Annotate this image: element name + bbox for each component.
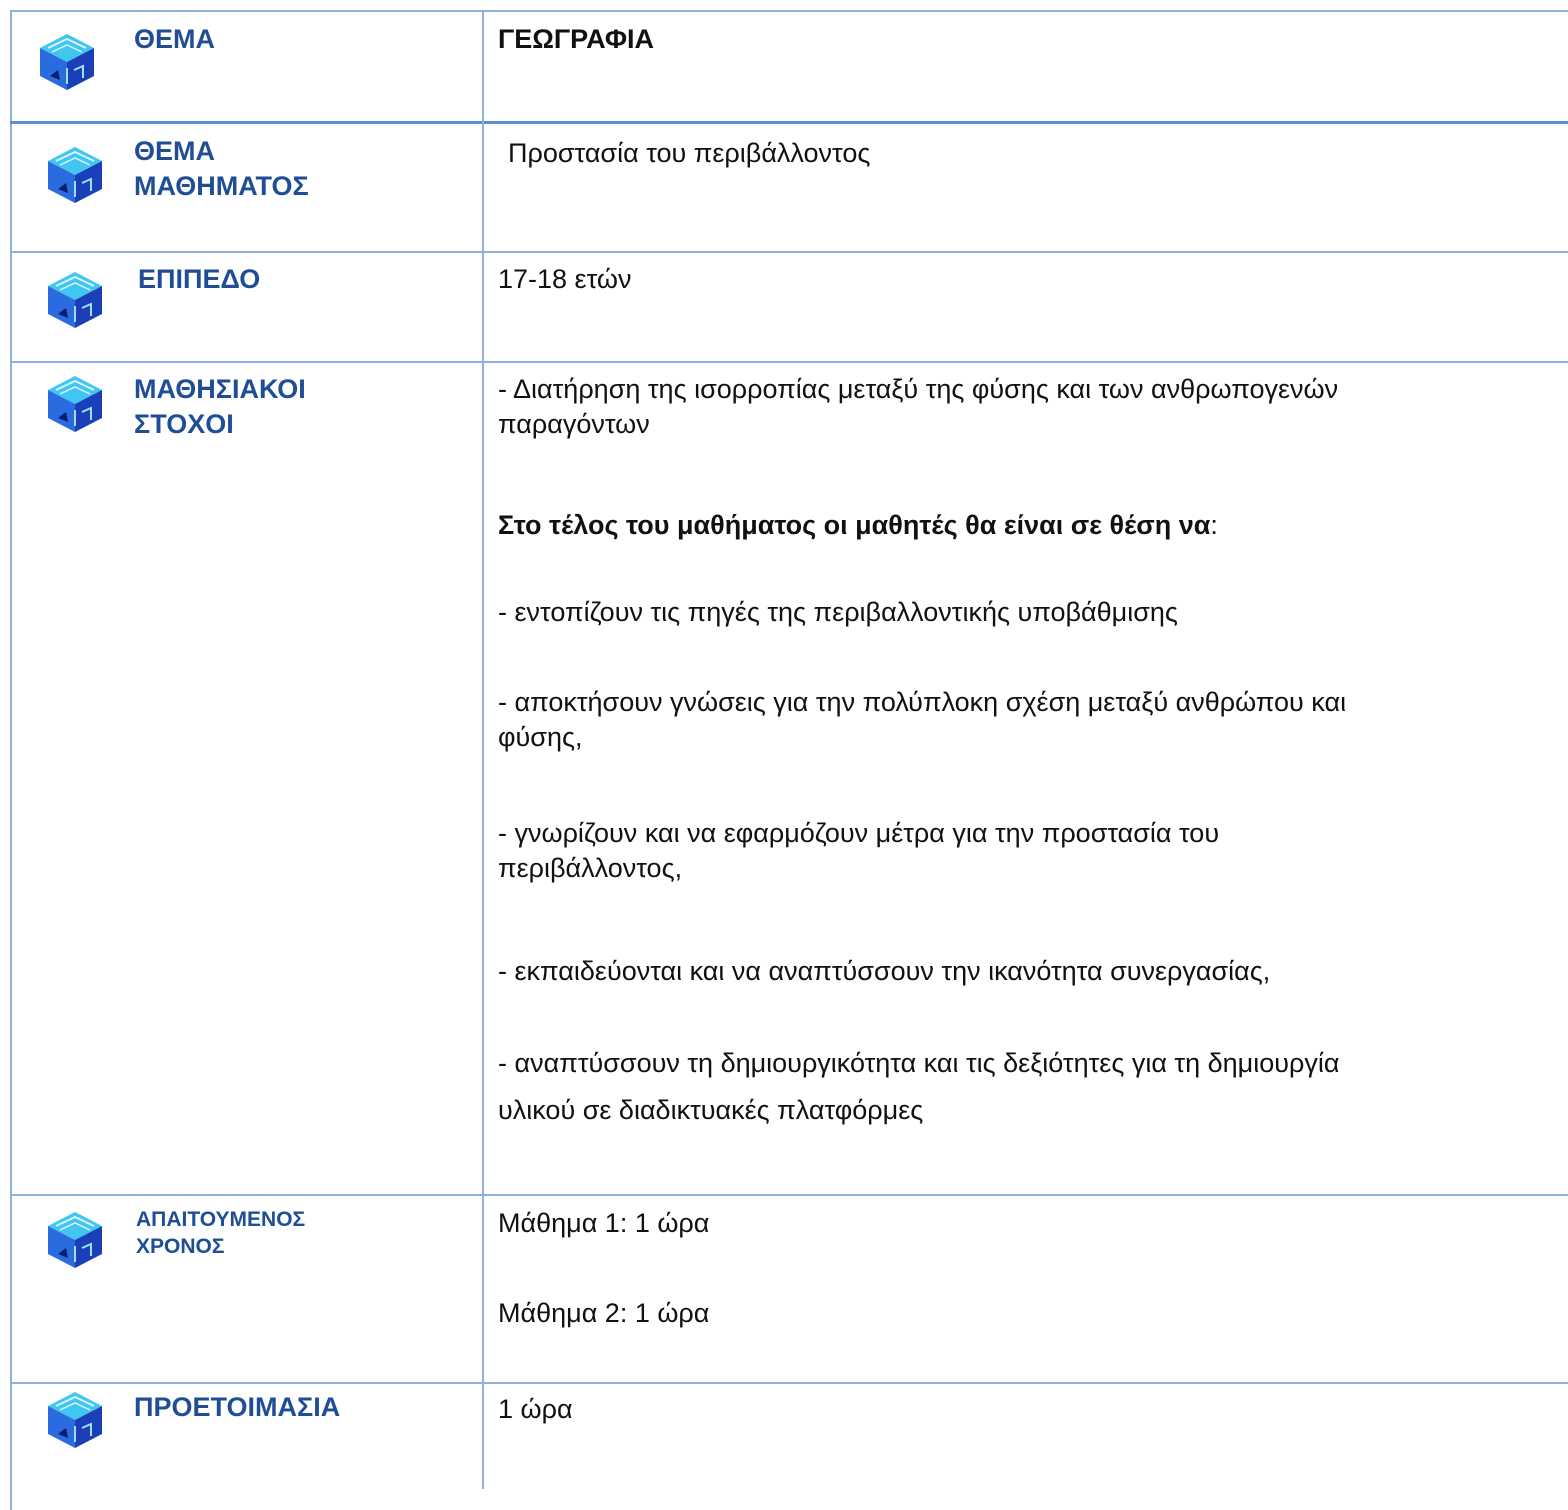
duration-lesson-2: Μάθημα 2: 1 ώρα bbox=[498, 1298, 710, 1328]
cube-icon bbox=[47, 1211, 103, 1269]
lesson-topic-value: Προστασία του περιβάλλοντος bbox=[508, 138, 871, 168]
column-divider bbox=[482, 10, 484, 1489]
table-row bbox=[10, 10, 1568, 124]
row-label: ΑΠΑΙΤΟΥΜΕΝΟΣ ΧΡΟΝΟΣ bbox=[136, 1208, 306, 1258]
list-item: - αναπτύσσουν τη δημιουργικότητα και τις… bbox=[498, 1048, 1340, 1125]
cube-icon bbox=[47, 1391, 103, 1449]
row-label: ΘΕΜΑ ΜΑΘΗΜΑΤΟΣ bbox=[134, 136, 309, 201]
list-item: - εκπαιδεύονται και να αναπτύσσουν την ι… bbox=[498, 956, 1271, 986]
duration-lesson-1: Μάθημα 1: 1 ώρα bbox=[498, 1208, 710, 1238]
list-item: - αποκτήσουν γνώσεις για την πολύπλοκη σ… bbox=[498, 687, 1347, 752]
row-label: ΘΕΜΑ bbox=[134, 24, 215, 54]
preparation-value: 1 ώρα bbox=[498, 1394, 573, 1424]
objectives-subheading: Στο τέλος του μαθήματος οι μαθητές θα εί… bbox=[498, 510, 1218, 540]
list-item: - εντοπίζουν τις πηγές της περιβαλλοντικ… bbox=[498, 597, 1178, 627]
row-label: ΜΑΘΗΣΙΑΚΟΙ ΣΤΟΧΟΙ bbox=[134, 374, 306, 439]
subject-value: ΓΕΩΓΡΑΦΙΑ bbox=[498, 24, 655, 54]
row-label: ΕΠΙΠΕΔΟ bbox=[138, 264, 261, 294]
list-item: - γνωρίζουν και να εφαρμόζουν μέτρα για … bbox=[498, 818, 1220, 883]
objective-intro: - Διατήρηση της ισορροπίας μεταξύ της φύ… bbox=[498, 374, 1339, 439]
level-value: 17-18 ετών bbox=[498, 264, 632, 294]
cube-icon bbox=[47, 375, 103, 433]
cube-icon bbox=[39, 33, 95, 91]
cube-icon bbox=[47, 146, 103, 204]
row-label: ΠΡΟΕΤΟΙΜΑΣΙΑ bbox=[134, 1392, 341, 1422]
learning-objectives: - Διατήρηση της ισορροπίας μεταξύ της φύ… bbox=[498, 372, 1338, 442]
cube-icon bbox=[47, 271, 103, 329]
